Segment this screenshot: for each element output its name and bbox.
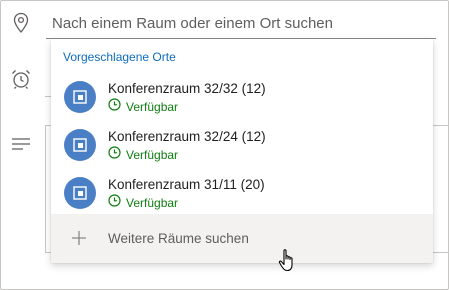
search-more-rooms-button[interactable]: Weitere Räume suchen (51, 214, 433, 263)
plus-icon (71, 230, 87, 246)
room-name: Konferenzraum 31/11 (20) (108, 177, 265, 192)
location-suggestions-dropdown: Vorgeschlagene Orte Konferenzraum 32/32 … (51, 39, 433, 263)
room-status: Verfügbar (108, 98, 179, 116)
room-icon (64, 81, 96, 113)
location-search-input[interactable] (46, 8, 436, 39)
clock-icon (108, 194, 121, 212)
room-option[interactable]: Konferenzraum 32/32 (12) Verfügbar (51, 77, 433, 125)
availability-text: Verfügbar (126, 100, 179, 114)
room-status: Verfügbar (108, 194, 179, 212)
suggestions-header: Vorgeschlagene Orte (63, 50, 176, 64)
room-name: Konferenzraum 32/24 (12) (108, 129, 266, 144)
search-more-rooms-label: Weitere Räume suchen (108, 231, 249, 246)
room-status: Verfügbar (108, 146, 179, 164)
availability-text: Verfügbar (126, 196, 179, 210)
description-lines-icon (11, 136, 31, 152)
room-icon (64, 177, 96, 209)
clock-icon (108, 146, 121, 164)
clock-icon (108, 98, 121, 116)
availability-text: Verfügbar (126, 148, 179, 162)
location-pin-icon (12, 12, 30, 34)
room-name: Konferenzraum 32/32 (12) (108, 81, 266, 96)
room-option[interactable]: Konferenzraum 32/24 (12) Verfügbar (51, 125, 433, 173)
room-icon (64, 129, 96, 161)
alarm-clock-icon (10, 68, 32, 90)
hand-cursor-icon (277, 248, 299, 274)
